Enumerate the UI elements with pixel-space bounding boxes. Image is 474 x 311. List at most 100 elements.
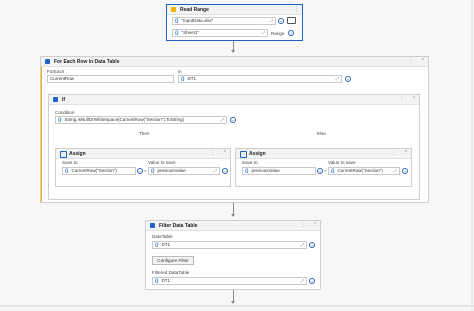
expression-icon: {} [331,168,335,173]
else-save-to-field[interactable]: {} previousValue [242,167,316,175]
sheet-name-field[interactable]: {} "Sheet1" ⤢ [172,29,268,37]
more-options-icon[interactable]: ⋮ [399,96,404,102]
collapse-icon[interactable]: ⌃ [313,222,317,228]
datatable-plus-button[interactable]: + [309,242,315,248]
expression-icon: {} [245,168,249,173]
in-plus-button[interactable]: + [345,76,351,82]
filtered-datatable-field[interactable]: {} DT1 ⤢ [152,277,307,285]
datatable-field[interactable]: {} DT1 ⤢ [152,241,307,249]
workbook-plus-button[interactable]: + [278,18,284,24]
if-header: If ⋮ ⌃ [49,95,419,105]
expand-icon[interactable]: ⤢ [221,117,224,123]
connector-arrow [231,301,235,304]
expression-icon: {} [181,76,185,81]
expression-icon: {} [175,30,179,35]
folder-icon[interactable] [287,17,296,24]
then-value-field[interactable]: {} previousValue ⤢ [148,167,220,175]
save-to-label: Save to [62,160,78,165]
read-range-title: Read Range [180,6,209,13]
range-label: Range [271,30,285,36]
condition-field[interactable]: {} String.IsNullOrWhiteSpace(CurrentRow("… [55,116,227,124]
expand-icon[interactable]: ⤢ [301,242,304,248]
if-icon [53,97,58,102]
if-activity[interactable]: If ⋮ ⌃ Condition {} String.IsNullOrWhiteS… [48,94,420,200]
more-options-icon[interactable]: ⋮ [391,150,396,156]
collapse-icon[interactable]: ⌃ [223,150,227,156]
filter-header: Filter Data Table ⋮ ⌃ [146,221,320,231]
equals-sign: = [324,168,327,173]
in-collection-field[interactable]: {} DT1 ⤢ [178,75,342,83]
expand-icon[interactable]: ⤢ [270,18,273,24]
for-each-icon [45,59,50,64]
expand-icon[interactable]: ⤢ [301,278,304,284]
expand-icon[interactable]: ⤢ [336,76,339,82]
more-options-icon[interactable]: ⋮ [294,6,299,12]
save-to-label: Save to [242,160,258,165]
read-range-header: Read Range ⋮ [167,5,302,15]
condition-label: Condition [55,110,75,115]
expression-icon: {} [58,117,62,122]
filter-icon [150,223,155,228]
else-assign-header: Assign ⋮ ⌃ [236,149,411,159]
then-assign-activity[interactable]: Assign ⋮ ⌃ Save to Value to save {} Curre… [55,148,231,187]
collapse-icon[interactable]: ⌃ [421,58,425,64]
collapse-icon[interactable]: ⌃ [412,96,416,102]
more-options-icon[interactable]: ⋮ [300,222,305,228]
in-label: in [178,69,182,74]
filtered-datatable-label: Filtered DataTable [152,270,190,275]
for-each-title: For Each Row in Data Table [54,58,120,65]
filtered-plus-button[interactable]: + [309,278,315,284]
then-save-to-field[interactable]: {} CurrentRow("Section") [62,167,136,175]
value-to-save-label: Value to save [148,160,176,165]
collapse-icon[interactable]: ⌃ [404,150,408,156]
range-plus-button[interactable]: + [288,30,294,36]
expression-icon: {} [155,278,159,283]
for-each-activity[interactable]: For Each Row in Data Table ⋮ ⌃ ForEach C… [40,56,429,203]
connector-arrow [231,50,235,53]
else-value-plus-button[interactable]: + [402,168,408,174]
workbook-path-field[interactable]: {} "InputData.xlsx" ⤢ [172,17,276,25]
more-options-icon[interactable]: ⋮ [210,150,215,156]
else-label: Else [317,131,326,136]
then-assign-header: Assign ⋮ ⌃ [56,149,230,159]
for-each-header-buttons: ⋮ ⌃ [408,58,425,64]
expand-icon[interactable]: ⤢ [394,168,397,174]
expression-icon: {} [151,168,155,173]
for-each-header: For Each Row in Data Table ⋮ ⌃ [41,57,428,67]
else-assign-title: Assign [249,150,266,157]
horizontal-scrollbar[interactable] [0,305,474,307]
connector-arrow [231,214,235,217]
then-assign-title: Assign [69,150,86,157]
else-assign-activity[interactable]: Assign ⋮ ⌃ Save to Value to save {} previ… [235,148,412,187]
expression-icon: {} [155,242,159,247]
filter-title: Filter Data Table [159,222,198,229]
datatable-label: DataTable [152,234,173,239]
then-save-to-plus-button[interactable]: + [137,168,143,174]
read-range-activity[interactable]: Read Range ⋮ {} "InputData.xlsx" ⤢ + {} "S… [166,4,303,41]
configure-filter-button[interactable]: Configure Filter [152,256,194,265]
expand-icon[interactable]: ⤢ [262,30,265,36]
expand-icon[interactable]: ⤢ [214,168,217,174]
foreach-item-field[interactable]: CurrentRow [47,75,174,83]
then-assign-header-buttons: ⋮ ⌃ [210,150,227,156]
then-label: Then [139,131,150,136]
foreach-label: ForEach [47,69,65,74]
if-header-buttons: ⋮ ⌃ [399,96,416,102]
filter-data-table-activity[interactable]: Filter Data Table ⋮ ⌃ DataTable {} DT1 ⤢ … [145,220,321,290]
vertical-scrollbar[interactable] [471,0,473,311]
condition-plus-button[interactable]: + [230,117,236,123]
assign-icon [240,151,247,158]
then-value-plus-button[interactable]: + [222,168,228,174]
if-title: If [62,96,66,103]
expression-icon: {} [65,168,69,173]
filter-header-buttons: ⋮ ⌃ [300,222,317,228]
else-assign-header-buttons: ⋮ ⌃ [391,150,408,156]
excel-icon [171,7,176,12]
more-options-icon[interactable]: ⋮ [408,58,413,64]
assign-icon [60,151,67,158]
expression-icon: {} [175,18,179,23]
equals-sign: = [144,168,147,173]
else-value-field[interactable]: {} CurrentRow("Section") ⤢ [328,167,400,175]
else-save-to-plus-button[interactable]: + [317,168,323,174]
for-each-accent-bar [41,57,42,202]
